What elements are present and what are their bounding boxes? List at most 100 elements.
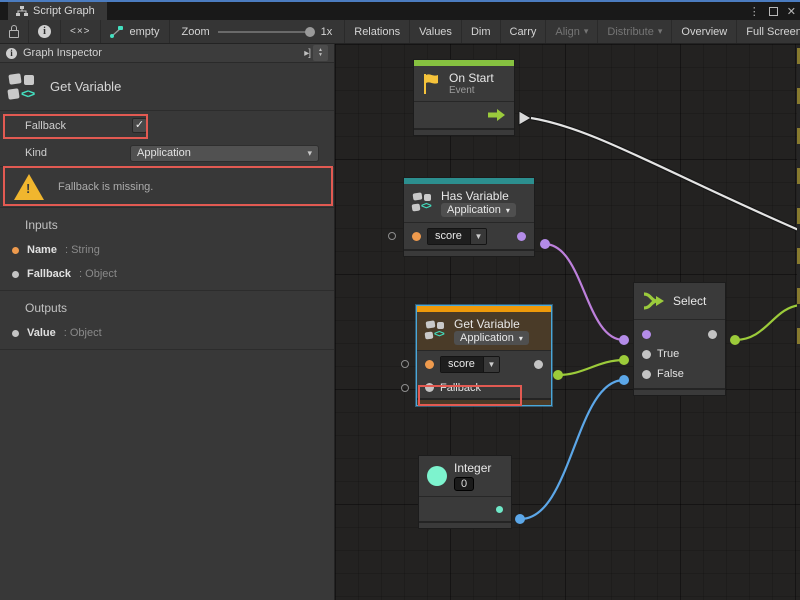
info-icon: i (38, 25, 51, 38)
unity-visual-scripting-window: Script Graph ⋮ ✕ i <×> empty Zoom 1x (0, 0, 800, 600)
lock-button[interactable] (0, 20, 29, 43)
node-title: On Start (449, 71, 494, 85)
graph-inspector-panel: i Graph Inspector ▸] ▲▼ <> Get Variable … (0, 44, 335, 600)
align-label: Align (555, 26, 579, 38)
node-get-variable[interactable]: <> Get Variable Application score ▼ (416, 305, 552, 406)
node-footer (634, 388, 725, 395)
info-icon: i (6, 48, 17, 59)
variable-name-dropdown[interactable]: score ▼ (427, 228, 487, 245)
zoom-label: Zoom (182, 26, 210, 38)
wire-end-dot (619, 355, 629, 365)
wire-end-dot (540, 239, 550, 249)
kind-dropdown[interactable]: Application (130, 145, 319, 162)
zoom-slider[interactable] (218, 31, 313, 33)
graph-empty-button[interactable]: empty (101, 20, 170, 43)
port-row: score ▼ (404, 223, 534, 249)
node-integer[interactable]: Integer 0 (418, 455, 512, 529)
tab-title: Script Graph (33, 5, 95, 17)
zoom-control: Zoom 1x (170, 20, 345, 43)
unconnected-port-marker (388, 232, 396, 240)
menu-dots-icon[interactable]: ⋮ (749, 5, 760, 18)
kind-dropdown[interactable]: Application (454, 331, 529, 345)
wire-hasvariable-select[interactable] (545, 244, 624, 340)
result-output-port[interactable] (517, 232, 526, 241)
graph-nodes-icon (110, 26, 124, 38)
tab-script-graph[interactable]: Script Graph (8, 2, 107, 20)
node-on-start[interactable]: On Start Event (413, 59, 515, 136)
inspect-button[interactable]: i (29, 20, 61, 43)
integer-value: 0 (461, 478, 467, 490)
chevron-down-icon: ▼ (483, 357, 499, 372)
kind-setting-row: Kind Application (0, 140, 334, 167)
variable-name-dropdown[interactable]: score ▼ (440, 356, 500, 373)
name-input-port[interactable] (425, 360, 434, 369)
wire-end-dot (619, 335, 629, 345)
true-port-label: True (657, 348, 679, 360)
code-icon: <×> (70, 26, 91, 37)
wire-end-dot (553, 370, 563, 380)
zoom-value: 1x (321, 26, 333, 38)
relations-label: Relations (354, 26, 400, 38)
overview-label: Overview (681, 26, 727, 38)
close-icon[interactable]: ✕ (787, 5, 796, 18)
code-preview-button[interactable]: <×> (61, 20, 101, 43)
string-port-icon (12, 247, 19, 254)
node-subtitle: Event (449, 85, 494, 96)
output-value-row: Value : Object (0, 321, 334, 345)
window-controls: ⋮ ✕ (749, 2, 796, 20)
divider (0, 349, 334, 350)
node-header: Integer 0 (419, 456, 511, 496)
wire-end-dot (619, 375, 629, 385)
graph-canvas[interactable]: On Start Event (335, 44, 800, 600)
tab-bar: Script Graph ⋮ ✕ (0, 2, 800, 20)
maximize-icon[interactable] (769, 7, 778, 16)
condition-port-row (634, 324, 725, 344)
node-header: <> Has Variable Application (404, 184, 534, 222)
wire-select-out[interactable] (735, 305, 800, 340)
selection-output-port[interactable] (708, 330, 717, 339)
integer-value-field[interactable]: 0 (454, 477, 474, 491)
graph-tree-icon (16, 6, 28, 17)
relations-toggle[interactable]: Relations (344, 20, 410, 43)
inputs-section-title: Inputs (0, 208, 334, 238)
fullscreen-button[interactable]: Full Screen (737, 20, 800, 43)
flow-output-port[interactable] (488, 108, 506, 122)
distribute-dropdown[interactable]: Distribute (598, 20, 672, 43)
output-value-type: : Object (64, 327, 102, 339)
dim-toggle[interactable]: Dim (462, 20, 501, 43)
name-input-port[interactable] (412, 232, 421, 241)
true-port-row: True (634, 344, 725, 364)
carry-toggle[interactable]: Carry (501, 20, 547, 43)
warning-icon: ! (14, 174, 44, 200)
integer-output-port[interactable] (496, 506, 503, 513)
select-merge-icon (642, 291, 666, 311)
true-input-port[interactable] (642, 350, 651, 359)
node-header: On Start Event (414, 66, 514, 101)
values-toggle[interactable]: Values (410, 20, 462, 43)
integer-literal-icon (427, 466, 447, 486)
condition-input-port[interactable] (642, 330, 651, 339)
node-footer (414, 128, 514, 135)
dim-label: Dim (471, 26, 491, 38)
lock-icon (9, 30, 19, 38)
kind-dropdown[interactable]: Application (441, 203, 516, 217)
inspector-title: Graph Inspector (23, 47, 102, 59)
wire-getvariable-select-true[interactable] (558, 360, 624, 375)
align-dropdown[interactable]: Align (546, 20, 598, 43)
output-value-label: Value (27, 327, 56, 339)
dock-icon[interactable]: ▸] (304, 48, 310, 59)
fallback-checkbox[interactable] (132, 118, 147, 133)
scroll-arrows[interactable]: ▲▼ (313, 45, 328, 61)
wire-end-dot (515, 514, 525, 524)
value-output-port[interactable] (534, 360, 543, 369)
wire-layer (335, 44, 800, 600)
zoom-slider-handle[interactable] (305, 27, 315, 37)
node-select[interactable]: Select True False (633, 282, 726, 396)
fallback-input-port[interactable] (425, 383, 434, 392)
overview-button[interactable]: Overview (672, 20, 737, 43)
node-has-variable[interactable]: <> Has Variable Application score ▼ (403, 177, 535, 257)
false-input-port[interactable] (642, 370, 651, 379)
port-row: score ▼ (417, 351, 551, 377)
graph-toolbar: i <×> empty Zoom 1x Relations Values Dim… (0, 20, 800, 44)
variables-icon: <> (8, 72, 38, 102)
